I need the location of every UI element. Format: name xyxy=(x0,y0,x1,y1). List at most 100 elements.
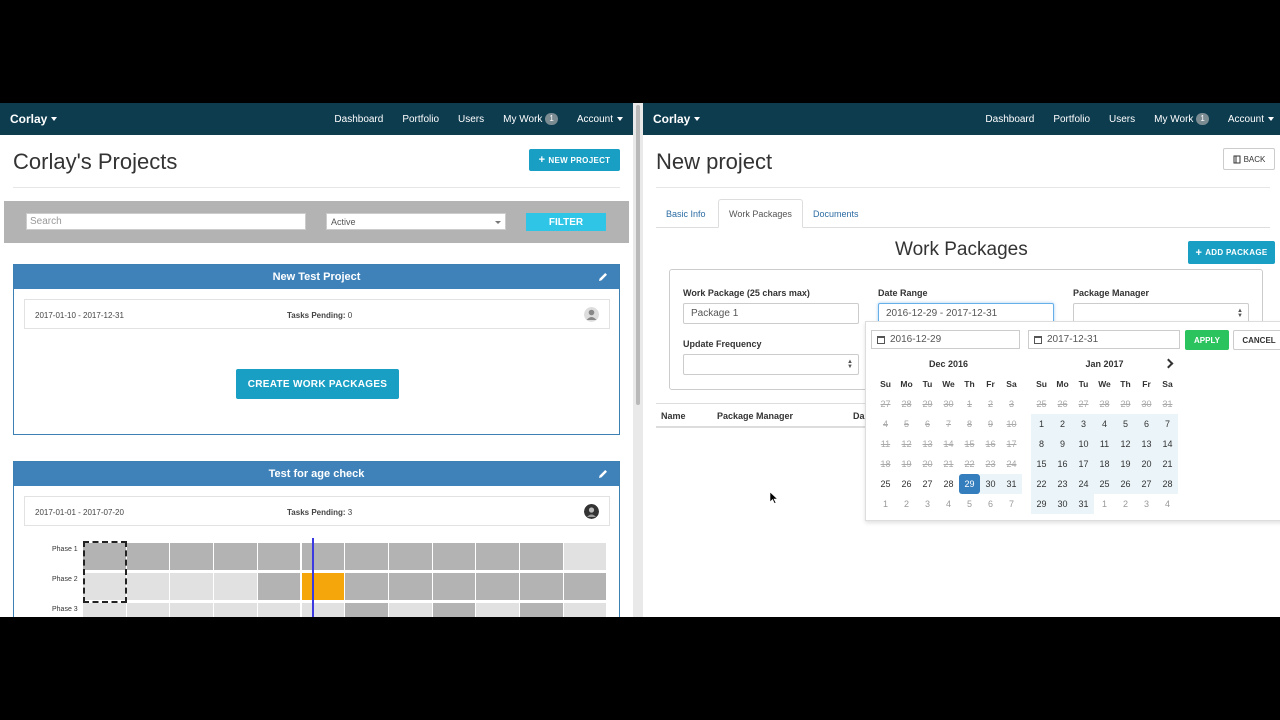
gantt-cell[interactable] xyxy=(520,543,563,570)
calendar-day[interactable]: 4 xyxy=(938,494,959,514)
nav-dashboard[interactable]: Dashboard xyxy=(985,114,1034,125)
calendar-day[interactable]: 15 xyxy=(1031,454,1052,474)
gantt-cell[interactable] xyxy=(301,543,345,570)
calendar-day[interactable]: 13 xyxy=(1136,434,1157,454)
calendar-day[interactable]: 25 xyxy=(1031,394,1052,414)
calendar-day[interactable]: 26 xyxy=(1115,474,1136,494)
gantt-cell[interactable] xyxy=(345,603,388,617)
gantt-cell[interactable] xyxy=(563,543,607,570)
calendar-day[interactable]: 13 xyxy=(917,434,938,454)
avatar[interactable] xyxy=(584,504,599,519)
calendar-day[interactable]: 11 xyxy=(875,434,896,454)
calendar-day[interactable]: 29 xyxy=(1031,494,1052,514)
calendar-day[interactable]: 10 xyxy=(1073,434,1094,454)
calendar-day[interactable]: 16 xyxy=(980,434,1001,454)
calendar-day[interactable]: 27 xyxy=(875,394,896,414)
calendar-day[interactable]: 20 xyxy=(917,454,938,474)
calendar-day[interactable]: 25 xyxy=(875,474,896,494)
calendar-day[interactable]: 23 xyxy=(1052,474,1073,494)
nav-users[interactable]: Users xyxy=(1109,114,1135,125)
calendar-day[interactable]: 6 xyxy=(917,414,938,434)
back-button[interactable]: BACK xyxy=(1223,148,1275,170)
nav-my-work[interactable]: My Work 1 xyxy=(503,113,558,125)
calendar-day[interactable]: 12 xyxy=(1115,434,1136,454)
gantt-cell[interactable] xyxy=(126,543,170,570)
card-title[interactable]: Test for age check xyxy=(269,468,365,480)
calendar-day[interactable]: 14 xyxy=(1157,434,1178,454)
gantt-cell[interactable] xyxy=(345,573,388,600)
tab-basic-info[interactable]: Basic Info xyxy=(656,199,716,228)
gantt-cell[interactable] xyxy=(388,603,432,617)
gantt-selection-box[interactable] xyxy=(83,541,127,603)
calendar-day[interactable]: 22 xyxy=(959,454,980,474)
calendar-day[interactable]: 4 xyxy=(875,414,896,434)
calendar-day[interactable]: 21 xyxy=(938,454,959,474)
gantt-cell[interactable] xyxy=(432,573,476,600)
calendar-day[interactable]: 1 xyxy=(875,494,896,514)
calendar-day[interactable]: 29 xyxy=(1115,394,1136,414)
new-project-button[interactable]: + NEW PROJECT xyxy=(529,149,620,171)
calendar-day[interactable]: 31 xyxy=(1073,494,1094,514)
calendar-day[interactable]: 12 xyxy=(896,434,917,454)
gantt-cell[interactable] xyxy=(520,603,563,617)
calendar-day[interactable]: 22 xyxy=(1031,474,1052,494)
calendar-day[interactable]: 2 xyxy=(1115,494,1136,514)
calendar-day[interactable]: 6 xyxy=(1136,414,1157,434)
calendar-day[interactable]: 3 xyxy=(1001,394,1022,414)
calendar-day[interactable]: 23 xyxy=(980,454,1001,474)
calendar-day[interactable]: 11 xyxy=(1094,434,1115,454)
gantt-cell[interactable] xyxy=(257,573,301,600)
gantt-cell[interactable] xyxy=(432,603,476,617)
tab-documents[interactable]: Documents xyxy=(803,199,869,228)
calendar-day[interactable]: 31 xyxy=(1157,394,1178,414)
gantt-cell[interactable] xyxy=(126,573,170,600)
calendar-day[interactable]: 30 xyxy=(938,394,959,414)
nav-account[interactable]: Account xyxy=(1228,114,1274,125)
start-date-input[interactable]: 2016-12-29 xyxy=(871,330,1020,349)
calendar-day[interactable]: 17 xyxy=(1073,454,1094,474)
calendar-day[interactable]: 30 xyxy=(980,474,1001,494)
calendar-day[interactable]: 16 xyxy=(1052,454,1073,474)
calendar-day[interactable]: 4 xyxy=(1157,494,1178,514)
card-title[interactable]: New Test Project xyxy=(273,271,361,283)
gantt-cell[interactable] xyxy=(170,543,214,570)
nav-my-work[interactable]: My Work 1 xyxy=(1154,113,1209,125)
gantt-cell[interactable] xyxy=(388,573,432,600)
calendar-day[interactable]: 27 xyxy=(917,474,938,494)
calendar-day[interactable]: 15 xyxy=(959,434,980,454)
calendar-day[interactable]: 28 xyxy=(896,394,917,414)
gantt-cell[interactable] xyxy=(170,603,214,617)
calendar-day[interactable]: 2 xyxy=(980,394,1001,414)
apply-button[interactable]: APPLY xyxy=(1185,330,1229,350)
gantt-cell[interactable] xyxy=(301,603,345,617)
calendar-day[interactable]: 28 xyxy=(938,474,959,494)
gantt-cell[interactable] xyxy=(563,573,607,600)
gantt-cell[interactable] xyxy=(126,603,170,617)
create-work-packages-button[interactable]: CREATE WORK PACKAGES xyxy=(236,369,399,399)
cancel-button[interactable]: CANCEL xyxy=(1233,330,1280,350)
add-package-button[interactable]: + ADD PACKAGE xyxy=(1188,241,1275,264)
avatar[interactable] xyxy=(584,307,599,322)
calendar-day[interactable]: 1 xyxy=(1094,494,1115,514)
calendar-day[interactable]: 25 xyxy=(1094,474,1115,494)
calendar-day[interactable]: 8 xyxy=(1031,434,1052,454)
nav-users[interactable]: Users xyxy=(458,114,484,125)
calendar-day[interactable]: 27 xyxy=(1073,394,1094,414)
gantt-cell[interactable] xyxy=(214,603,257,617)
calendar-day[interactable]: 17 xyxy=(1001,434,1022,454)
calendar-day[interactable]: 31 xyxy=(1001,474,1022,494)
calendar-day[interactable]: 18 xyxy=(1094,454,1115,474)
calendar-day[interactable]: 21 xyxy=(1157,454,1178,474)
update-frequency-select[interactable]: ▲ ▼ xyxy=(683,354,859,375)
gantt-cell[interactable] xyxy=(170,573,214,600)
pencil-icon[interactable] xyxy=(597,468,609,480)
calendar-day[interactable]: 14 xyxy=(938,434,959,454)
calendar-day[interactable]: 28 xyxy=(1094,394,1115,414)
calendar-day[interactable]: 5 xyxy=(1115,414,1136,434)
calendar-day[interactable]: 3 xyxy=(1136,494,1157,514)
brand-menu[interactable]: Corlay xyxy=(653,112,701,126)
calendar-day[interactable]: 7 xyxy=(938,414,959,434)
calendar-day[interactable]: 20 xyxy=(1136,454,1157,474)
calendar-day[interactable]: 30 xyxy=(1136,394,1157,414)
gantt-cell[interactable] xyxy=(563,603,607,617)
